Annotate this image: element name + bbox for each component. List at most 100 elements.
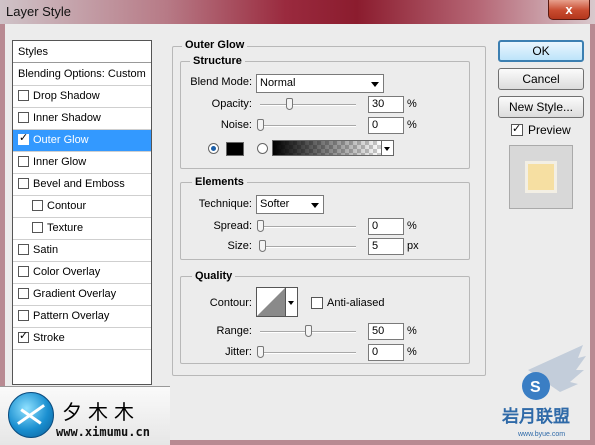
style-item-label: Drop Shadow	[33, 90, 100, 102]
spread-slider[interactable]	[260, 226, 356, 228]
opacity-input[interactable]: 30	[368, 96, 404, 113]
technique-select[interactable]: Softer	[256, 195, 324, 214]
noise-input[interactable]: 0	[368, 117, 404, 134]
wing-logo-url: www.byue.com	[517, 431, 565, 438]
ok-button[interactable]: OK	[498, 40, 584, 62]
styles-header-label: Styles	[18, 46, 48, 58]
style-checkbox[interactable]	[18, 131, 29, 145]
size-input[interactable]: 5	[368, 238, 404, 255]
glow-gradient-picker[interactable]	[272, 140, 382, 156]
contour-label: Contour:	[209, 297, 252, 309]
style-item-drop-shadow[interactable]: Drop Shadow	[13, 86, 151, 108]
winged-logo-watermark: S 岩月联盟 www.byue.com	[501, 345, 586, 438]
blend-mode-label: Blend Mode:	[190, 76, 252, 88]
window-title: Layer Style	[6, 4, 72, 19]
range-input[interactable]: 50	[368, 323, 404, 340]
opacity-slider[interactable]	[260, 104, 356, 106]
style-item-bevel-and-emboss[interactable]: Bevel and Emboss	[13, 174, 151, 196]
style-item-label: Gradient Overlay	[33, 288, 117, 300]
style-checkbox[interactable]	[18, 90, 29, 101]
style-item-inner-glow[interactable]: Inner Glow	[13, 152, 151, 174]
style-item-label: Stroke	[33, 332, 65, 344]
style-item-color-overlay[interactable]: Color Overlay	[13, 262, 151, 284]
range-slider-thumb[interactable]	[305, 325, 312, 337]
close-button[interactable]: x	[548, 0, 590, 20]
contour-dropdown-arrow[interactable]	[286, 287, 298, 317]
style-item-stroke[interactable]: Stroke	[13, 328, 151, 350]
style-item-label: Bevel and Emboss	[33, 178, 125, 190]
noise-slider[interactable]	[260, 125, 356, 127]
spread-slider-thumb[interactable]	[257, 220, 264, 232]
spread-input[interactable]: 0	[368, 218, 404, 235]
styles-header[interactable]: Styles	[13, 41, 151, 63]
svg-text:S: S	[530, 379, 541, 396]
gradient-radio[interactable]	[257, 143, 268, 154]
style-item-label: Inner Glow	[33, 156, 87, 168]
jitter-input[interactable]: 0	[368, 344, 404, 361]
style-item-label: Outer Glow	[33, 134, 89, 146]
jitter-slider-thumb[interactable]	[257, 346, 264, 358]
blend-mode-select[interactable]: Normal	[256, 74, 384, 93]
style-item-label: Satin	[33, 244, 59, 256]
styles-list: Styles Blending Options: Custom Drop Shad…	[12, 40, 152, 385]
solid-color-radio[interactable]	[208, 143, 219, 154]
noise-slider-thumb[interactable]	[257, 119, 264, 131]
preview-thumbnail	[509, 145, 573, 209]
wing-logo-text: 岩月联盟	[501, 406, 570, 427]
style-item-label: Color Overlay	[33, 266, 101, 278]
style-checkbox[interactable]	[32, 200, 43, 211]
style-checkbox[interactable]	[18, 329, 29, 343]
watermark-brand-text: 夕木木	[62, 400, 140, 424]
anti-aliased-checkbox[interactable]	[311, 297, 323, 309]
style-checkbox[interactable]	[18, 244, 29, 255]
preview-swatch	[525, 161, 557, 193]
opacity-slider-thumb[interactable]	[285, 98, 293, 110]
contour-picker[interactable]	[256, 287, 286, 317]
style-item-gradient-overlay[interactable]: Gradient Overlay	[13, 284, 151, 306]
cancel-button[interactable]: Cancel	[498, 68, 584, 90]
opacity-label: Opacity:	[211, 98, 252, 110]
style-item-label: Texture	[47, 222, 84, 234]
spread-unit: %	[407, 220, 417, 232]
style-item-texture[interactable]: Texture	[13, 218, 151, 240]
style-checkbox[interactable]	[18, 112, 29, 123]
structure-title: Structure	[190, 55, 245, 67]
size-label: Size:	[227, 240, 252, 252]
watermark-logo	[8, 392, 54, 438]
chevron-down-icon	[371, 82, 379, 87]
elements-title: Elements	[192, 176, 247, 188]
style-item-inner-shadow[interactable]: Inner Shadow	[13, 108, 151, 130]
style-checkbox[interactable]	[18, 178, 29, 189]
anti-aliased-label: Anti-aliased	[327, 297, 385, 309]
size-unit: px	[407, 240, 419, 252]
style-item-pattern-overlay[interactable]: Pattern Overlay	[13, 306, 151, 328]
style-checkbox[interactable]	[18, 288, 29, 299]
style-item-satin[interactable]: Satin	[13, 240, 151, 262]
glow-color-swatch[interactable]	[226, 142, 244, 156]
gradient-dropdown-arrow[interactable]	[382, 140, 394, 156]
style-checkbox[interactable]	[18, 310, 29, 321]
noise-label: Noise:	[220, 119, 252, 131]
jitter-unit: %	[407, 346, 417, 358]
style-item-contour[interactable]: Contour	[13, 196, 151, 218]
new-style-button[interactable]: New Style...	[498, 96, 584, 118]
opacity-unit: %	[407, 98, 417, 110]
quality-title: Quality	[192, 270, 236, 282]
technique-label: Technique:	[198, 198, 252, 210]
jitter-slider[interactable]	[260, 352, 356, 354]
linear-contour-icon	[257, 288, 285, 316]
range-label: Range:	[216, 325, 252, 337]
style-item-outer-glow[interactable]: Outer Glow	[13, 130, 151, 152]
size-slider[interactable]	[260, 246, 356, 248]
chevron-down-icon	[311, 203, 319, 208]
style-item-label: Blending Options: Custom	[18, 68, 146, 80]
size-slider-thumb[interactable]	[258, 240, 266, 252]
title-bar[interactable]: Layer Style	[0, 0, 595, 24]
style-item-blending-options-custom[interactable]: Blending Options: Custom	[13, 64, 151, 86]
style-checkbox[interactable]	[32, 222, 43, 233]
jitter-label: Jitter:	[225, 346, 252, 358]
style-checkbox[interactable]	[18, 156, 29, 167]
style-checkbox[interactable]	[18, 266, 29, 277]
technique-value: Softer	[260, 198, 290, 210]
preview-checkbox[interactable]	[511, 122, 523, 136]
